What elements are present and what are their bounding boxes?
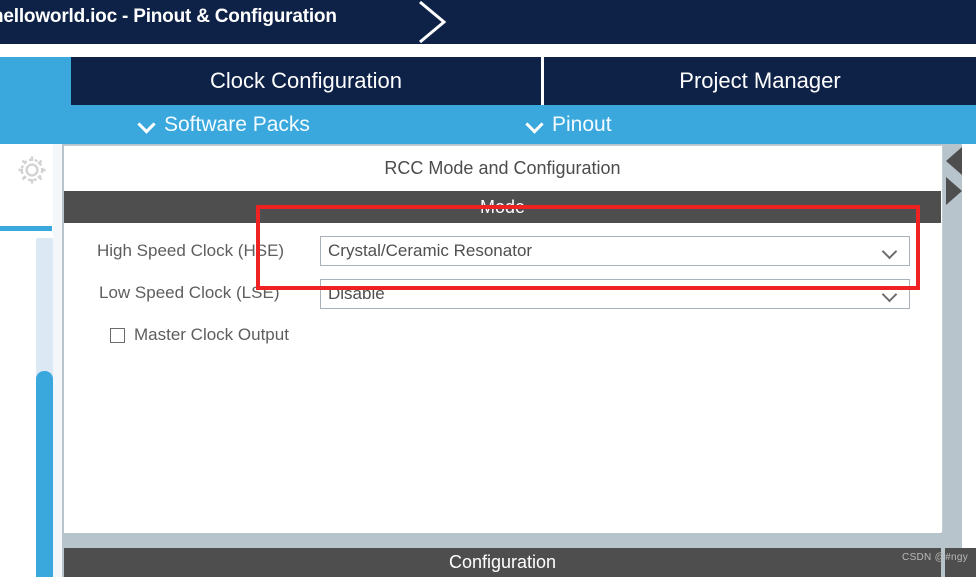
sub-navigation-bar: Software Packs Pinout [0, 105, 976, 144]
right-margin [962, 144, 976, 577]
subnav-label-pinout: Pinout [552, 112, 612, 136]
mode-section-body [64, 223, 941, 533]
chevron-down-icon [139, 116, 155, 132]
dropdown-high-speed-clock[interactable]: Crystal/Ceramic Resonator [320, 236, 910, 266]
dropdown-value-lse: Disable [328, 284, 385, 303]
tab-project-manager[interactable]: Project Manager [544, 57, 976, 105]
tab-strip: Clock Configuration Project Manager [0, 57, 976, 105]
label-high-speed-clock: High Speed Clock (HSE) [97, 241, 285, 260]
gear-icon[interactable] [14, 152, 50, 188]
app-root: helloworld.ioc - Pinout & Configuration … [0, 0, 976, 577]
title-bar: helloworld.ioc - Pinout & Configuration [0, 0, 976, 44]
scroll-gutter [53, 144, 62, 577]
chevron-right-icon [419, 0, 447, 44]
breadcrumb: helloworld.ioc - Pinout & Configuration [0, 6, 337, 27]
subnav-item-pinout[interactable]: Pinout [527, 105, 612, 144]
chevron-down-icon [527, 116, 543, 132]
page-title: RCC Mode and Configuration [64, 146, 941, 191]
subnav-label-software-packs: Software Packs [164, 112, 310, 136]
subnav-item-software-packs[interactable]: Software Packs [139, 105, 310, 144]
section-header-configuration: Configuration [64, 548, 941, 577]
dropdown-low-speed-clock[interactable]: Disable [320, 279, 910, 309]
chevron-down-icon [884, 246, 897, 259]
right-gutter [945, 144, 962, 577]
label-low-speed-clock: Low Speed Clock (LSE) [99, 283, 280, 302]
dropdown-value-hse: Crystal/Ceramic Resonator [328, 241, 533, 260]
section-header-mode: Mode [64, 191, 941, 223]
vertical-scrollbar-thumb[interactable] [36, 371, 53, 577]
title-gap [0, 44, 976, 57]
label-master-clock-output: Master Clock Output [134, 325, 289, 344]
chevron-down-icon [884, 289, 897, 302]
checkbox-master-clock-output[interactable] [110, 327, 125, 343]
triangle-right-icon[interactable] [946, 177, 962, 205]
triangle-left-icon[interactable] [946, 147, 962, 175]
checkbox-row-master-clock-output[interactable]: Master Clock Output [110, 325, 289, 345]
rail-separator [0, 226, 52, 231]
watermark: CSDN @#ngy [902, 552, 968, 563]
tab-clock-configuration[interactable]: Clock Configuration [71, 57, 541, 105]
